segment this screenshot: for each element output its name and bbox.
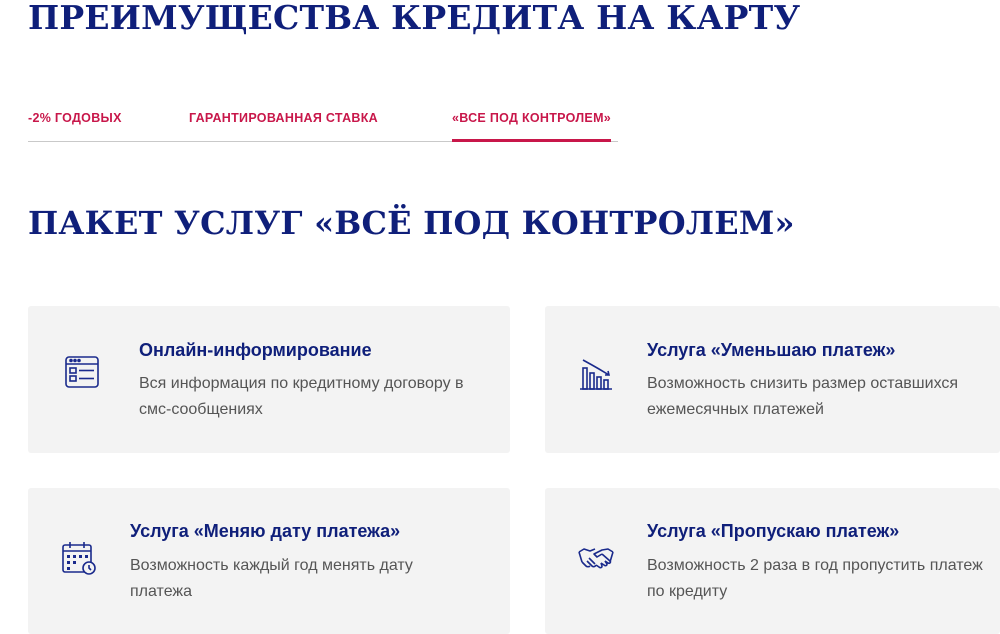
tab-guaranteed-rate[interactable]: ГАРАНТИРОВАННАЯ СТАВКА <box>189 108 378 141</box>
tab-minus-2-percent[interactable]: -2% ГОДОВЫХ <box>28 108 122 141</box>
feature-card-reduce-payment: Услуга «Уменьшаю платеж» Возможность сни… <box>545 306 1000 453</box>
feature-card-skip-payment: Услуга «Пропускаю платеж» Возможность 2 … <box>545 488 1000 634</box>
chart-down-icon <box>578 356 614 392</box>
page-title: ПРЕИМУЩЕСТВА КРЕДИТА НА КАРТУ <box>28 0 801 37</box>
feature-card-online-info: Онлайн-информирование Вся информация по … <box>28 306 510 453</box>
feature-title: Услуга «Меняю дату платежа» <box>130 521 401 541</box>
feature-title: Онлайн-информирование <box>139 340 372 360</box>
feature-title: Услуга «Пропускаю платеж» <box>647 521 900 541</box>
section-title: ПАКЕТ УСЛУГ «ВСЁ ПОД КОНТРОЛЕМ» <box>28 204 795 242</box>
feature-title: Услуга «Уменьшаю платеж» <box>647 340 896 360</box>
tabs-bar: -2% ГОДОВЫХ ГАРАНТИРОВАННАЯ СТАВКА «ВСЕ … <box>28 108 618 142</box>
tab-all-under-control[interactable]: «ВСЕ ПОД КОНТРОЛЕМ» <box>452 108 612 142</box>
feature-card-change-date: Услуга «Меняю дату платежа» Возможность … <box>28 488 510 634</box>
online-info-icon <box>64 354 100 390</box>
feature-description: Возможность каждый год менять дату плате… <box>130 557 413 600</box>
feature-description: Возможность снизить размер оставшихся еж… <box>647 375 959 418</box>
handshake-icon <box>578 540 614 576</box>
calendar-icon <box>61 540 97 576</box>
feature-description: Вся информация по кредитному договору в … <box>139 375 464 418</box>
feature-description: Возможность 2 раза в год пропустить плат… <box>647 557 983 600</box>
